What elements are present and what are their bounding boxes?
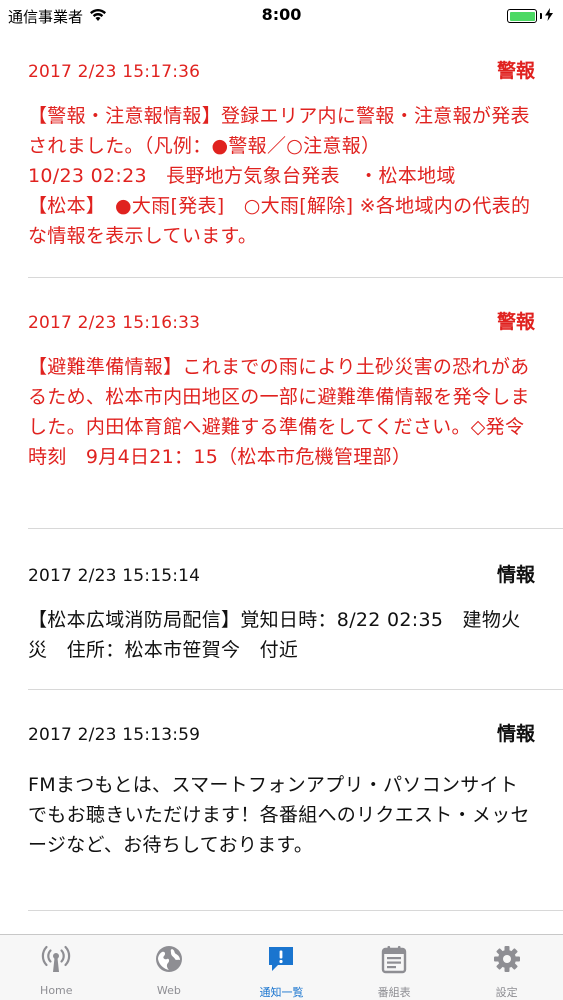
item-header: 2017 2/23 15:17:36 警報 <box>28 56 535 83</box>
list-item[interactable]: 2017 2/23 15:13:59 情報 FMまつもとは、スマートフォンアプリ… <box>28 719 535 860</box>
tab-notifications[interactable]: 通知一覧 <box>225 935 338 1000</box>
list-item[interactable]: 2017 2/23 15:17:36 警報 【警報・注意報情報】登録エリア内に警… <box>28 56 535 251</box>
notification-list[interactable]: 2017 2/23 15:17:36 警報 【警報・注意報情報】登録エリア内に警… <box>0 30 563 934</box>
notification-body: 【警報・注意報情報】登録エリア内に警報・注意報が発表されました。（凡例：●警報／… <box>28 105 531 247</box>
globe-icon <box>153 943 185 975</box>
battery-tip <box>540 13 542 19</box>
status-bar: 通信事業者 8:00 <box>0 0 563 30</box>
notification-body: 【松本広域消防局配信】覚知日時：8/22 02:35 建物火災 住所：松本市笹賀… <box>28 609 521 661</box>
timestamp: 2017 2/23 15:16:33 <box>28 313 201 333</box>
divider <box>28 528 563 529</box>
tab-bar: Home Web 通知一覧 番組表 設定 <box>0 934 563 1000</box>
battery-icon <box>507 9 537 23</box>
radio-tower-icon <box>40 943 72 975</box>
gear-icon <box>491 943 523 975</box>
info-badge: 情報 <box>496 723 535 745</box>
divider <box>28 689 563 690</box>
tab-label: Home <box>40 984 73 997</box>
notification-body: FMまつもとは、スマートフォンアプリ・パソコンサイトでもお聴きいただけます！各番… <box>28 774 530 856</box>
list-item[interactable]: 2017 2/23 15:15:14 情報 【松本広域消防局配信】覚知日時：8/… <box>28 560 535 665</box>
divider <box>28 277 563 278</box>
clock: 8:00 <box>261 5 302 24</box>
timestamp: 2017 2/23 15:17:36 <box>28 62 201 82</box>
divider <box>28 910 563 911</box>
timestamp: 2017 2/23 15:13:59 <box>28 725 201 745</box>
notification-body: 【避難準備情報】これまでの雨により土砂災害の恐れがあるため、松本市内田地区の一部… <box>28 356 530 468</box>
item-header: 2017 2/23 15:13:59 情報 <box>28 719 535 746</box>
charging-bolt-icon <box>545 7 553 25</box>
timestamp: 2017 2/23 15:15:14 <box>28 566 201 586</box>
tab-web[interactable]: Web <box>113 935 226 1000</box>
tab-label: Web <box>156 984 181 997</box>
list-item[interactable]: 2017 2/23 15:16:33 警報 【避難準備情報】これまでの雨により土… <box>28 307 535 472</box>
notification-bubble-icon <box>265 943 297 975</box>
alert-badge: 警報 <box>496 60 535 82</box>
item-header: 2017 2/23 15:16:33 警報 <box>28 307 535 334</box>
info-badge: 情報 <box>496 564 535 586</box>
alert-badge: 警報 <box>496 311 535 333</box>
tab-label: 設定 <box>495 986 518 999</box>
status-right <box>507 7 553 25</box>
tab-home[interactable]: Home <box>0 935 113 1000</box>
tab-settings[interactable]: 設定 <box>450 935 563 1000</box>
calendar-icon <box>378 943 410 975</box>
tab-schedule[interactable]: 番組表 <box>338 935 451 1000</box>
item-header: 2017 2/23 15:15:14 情報 <box>28 560 535 587</box>
tab-label: 番組表 <box>377 986 411 999</box>
tab-label: 通知一覧 <box>259 986 304 999</box>
